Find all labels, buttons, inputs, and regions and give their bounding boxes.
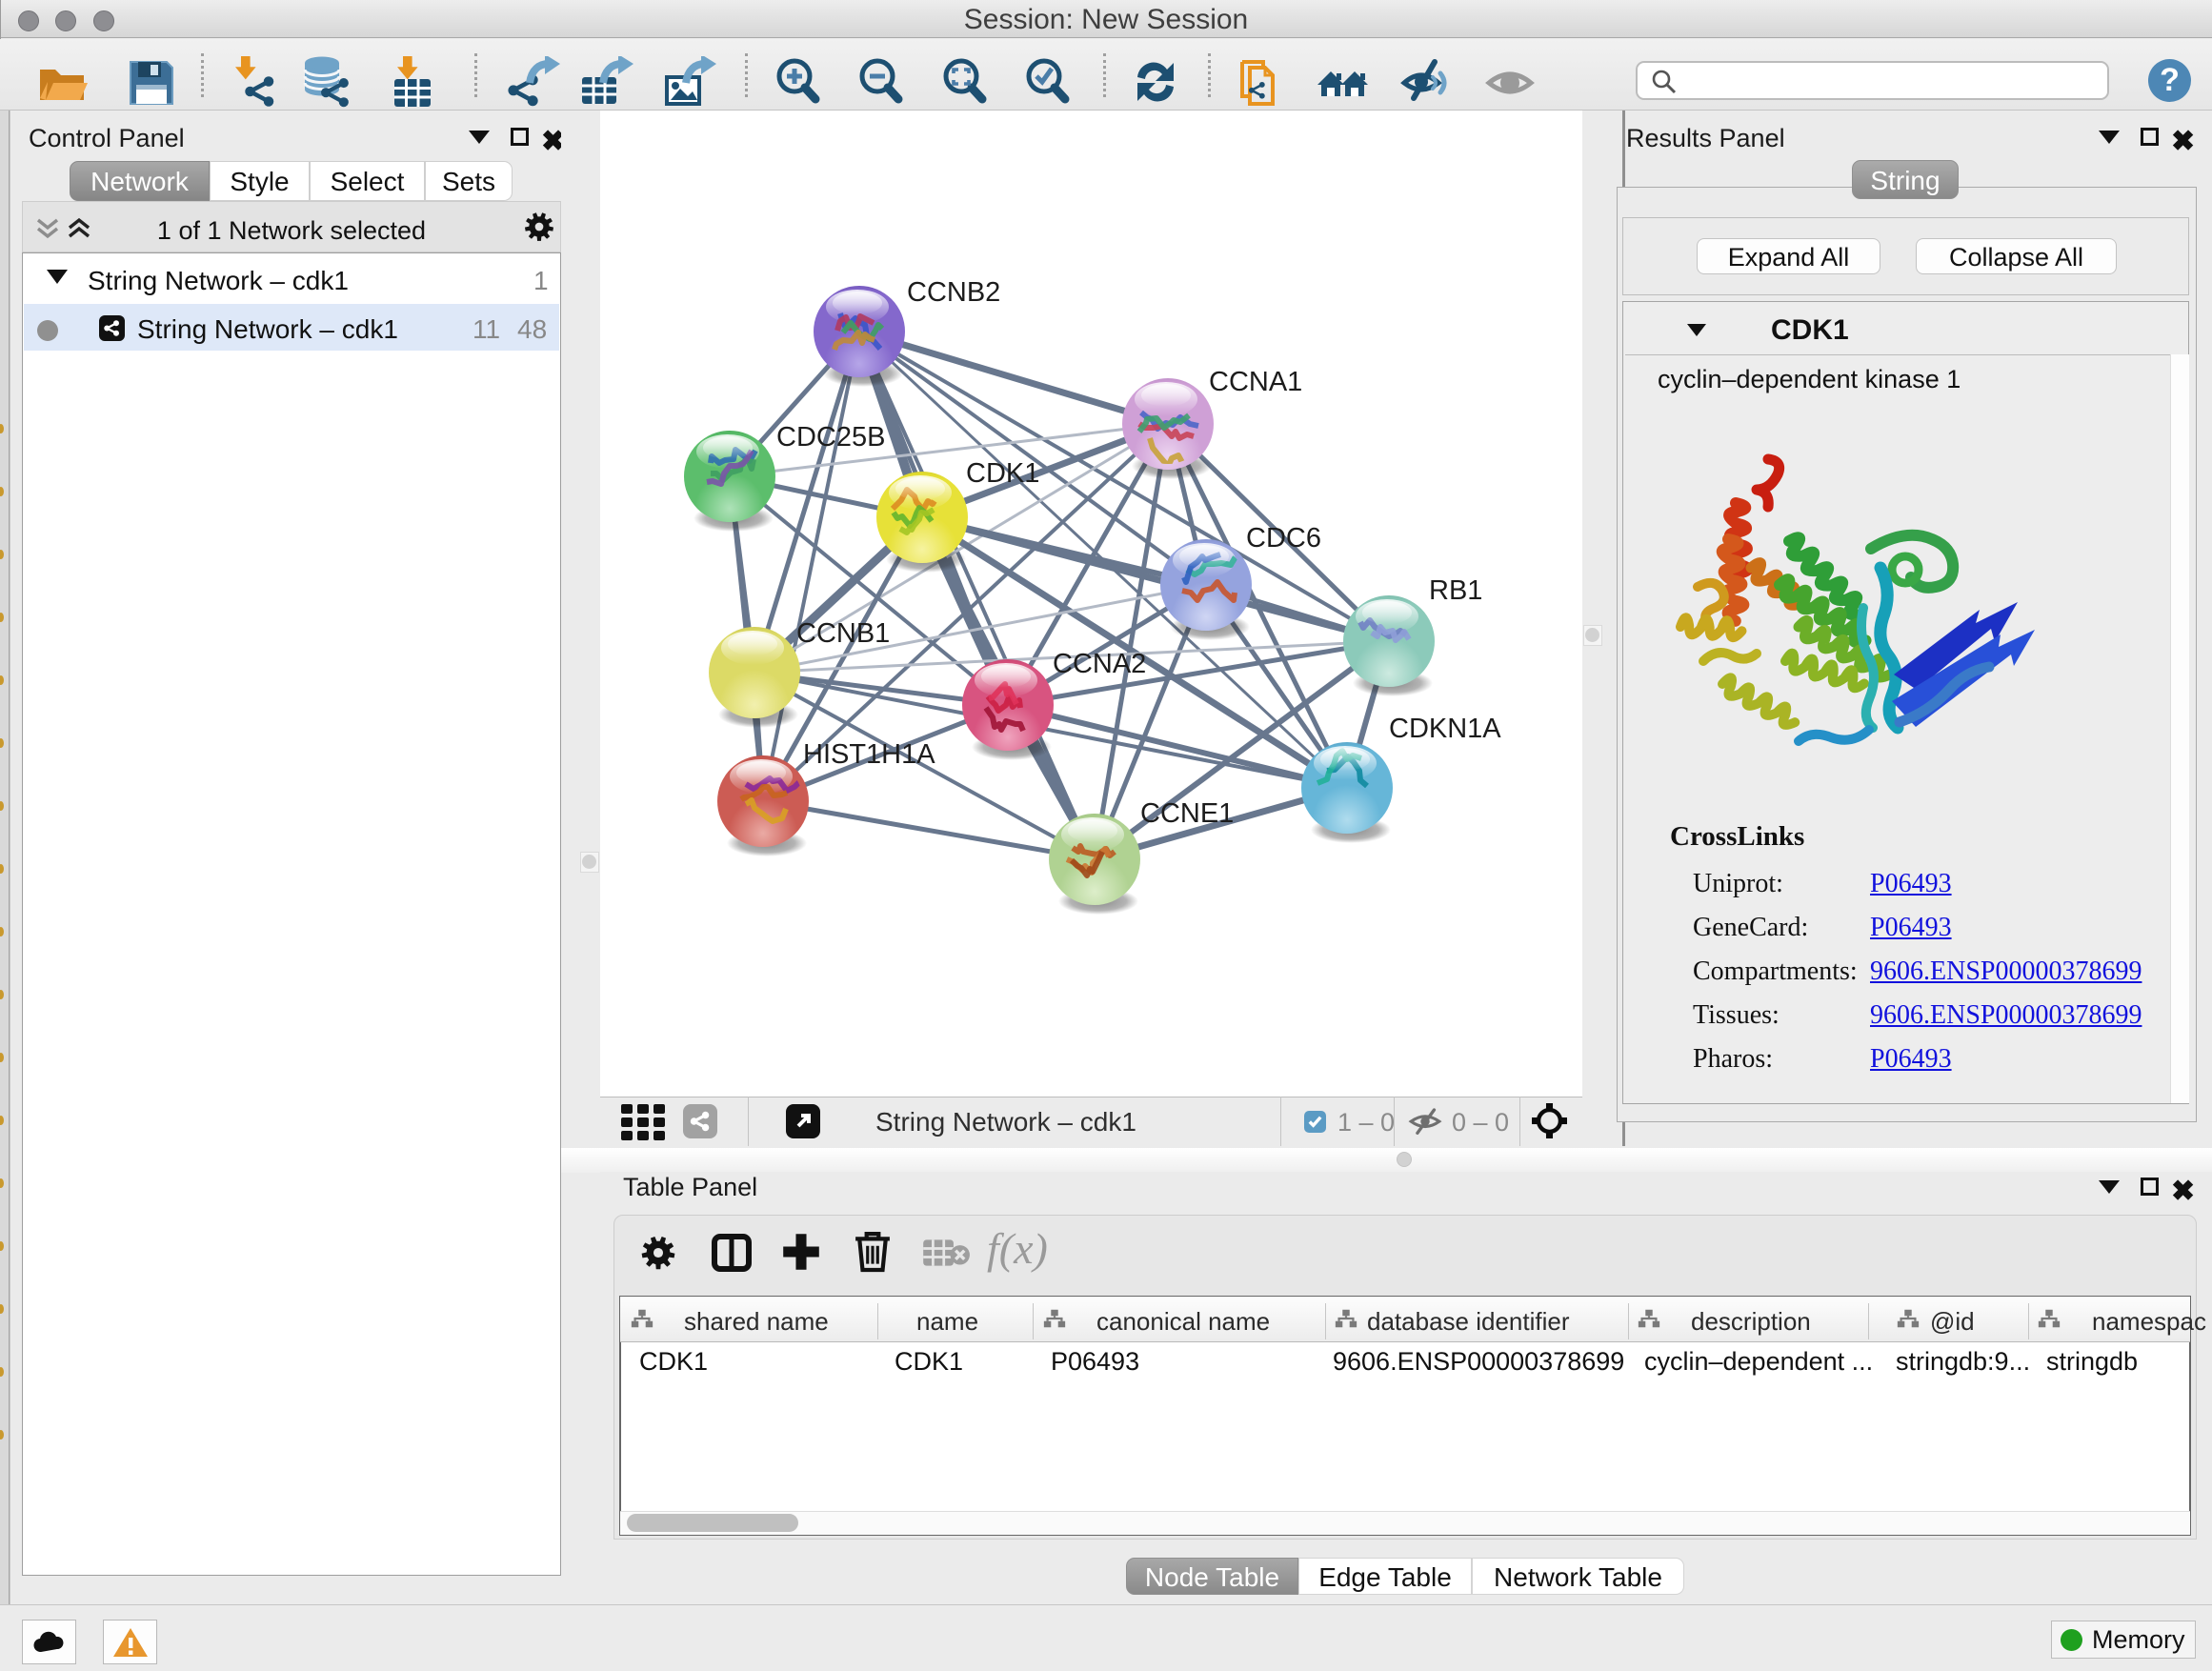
svg-text:CCNB2: CCNB2 xyxy=(907,277,1000,308)
svg-text:CCNA2: CCNA2 xyxy=(1053,649,1146,679)
svg-text:CCNB1: CCNB1 xyxy=(796,618,890,649)
svg-text:CDC6: CDC6 xyxy=(1246,523,1321,554)
svg-text:RB1: RB1 xyxy=(1429,575,1482,606)
svg-text:CDK1: CDK1 xyxy=(966,458,1039,489)
svg-text:CDKN1A: CDKN1A xyxy=(1389,714,1501,744)
svg-text:CDC25B: CDC25B xyxy=(776,422,885,453)
svg-text:CCNE1: CCNE1 xyxy=(1140,798,1234,829)
svg-text:CCNA1: CCNA1 xyxy=(1209,367,1302,397)
svg-text:HIST1H1A: HIST1H1A xyxy=(803,739,935,770)
